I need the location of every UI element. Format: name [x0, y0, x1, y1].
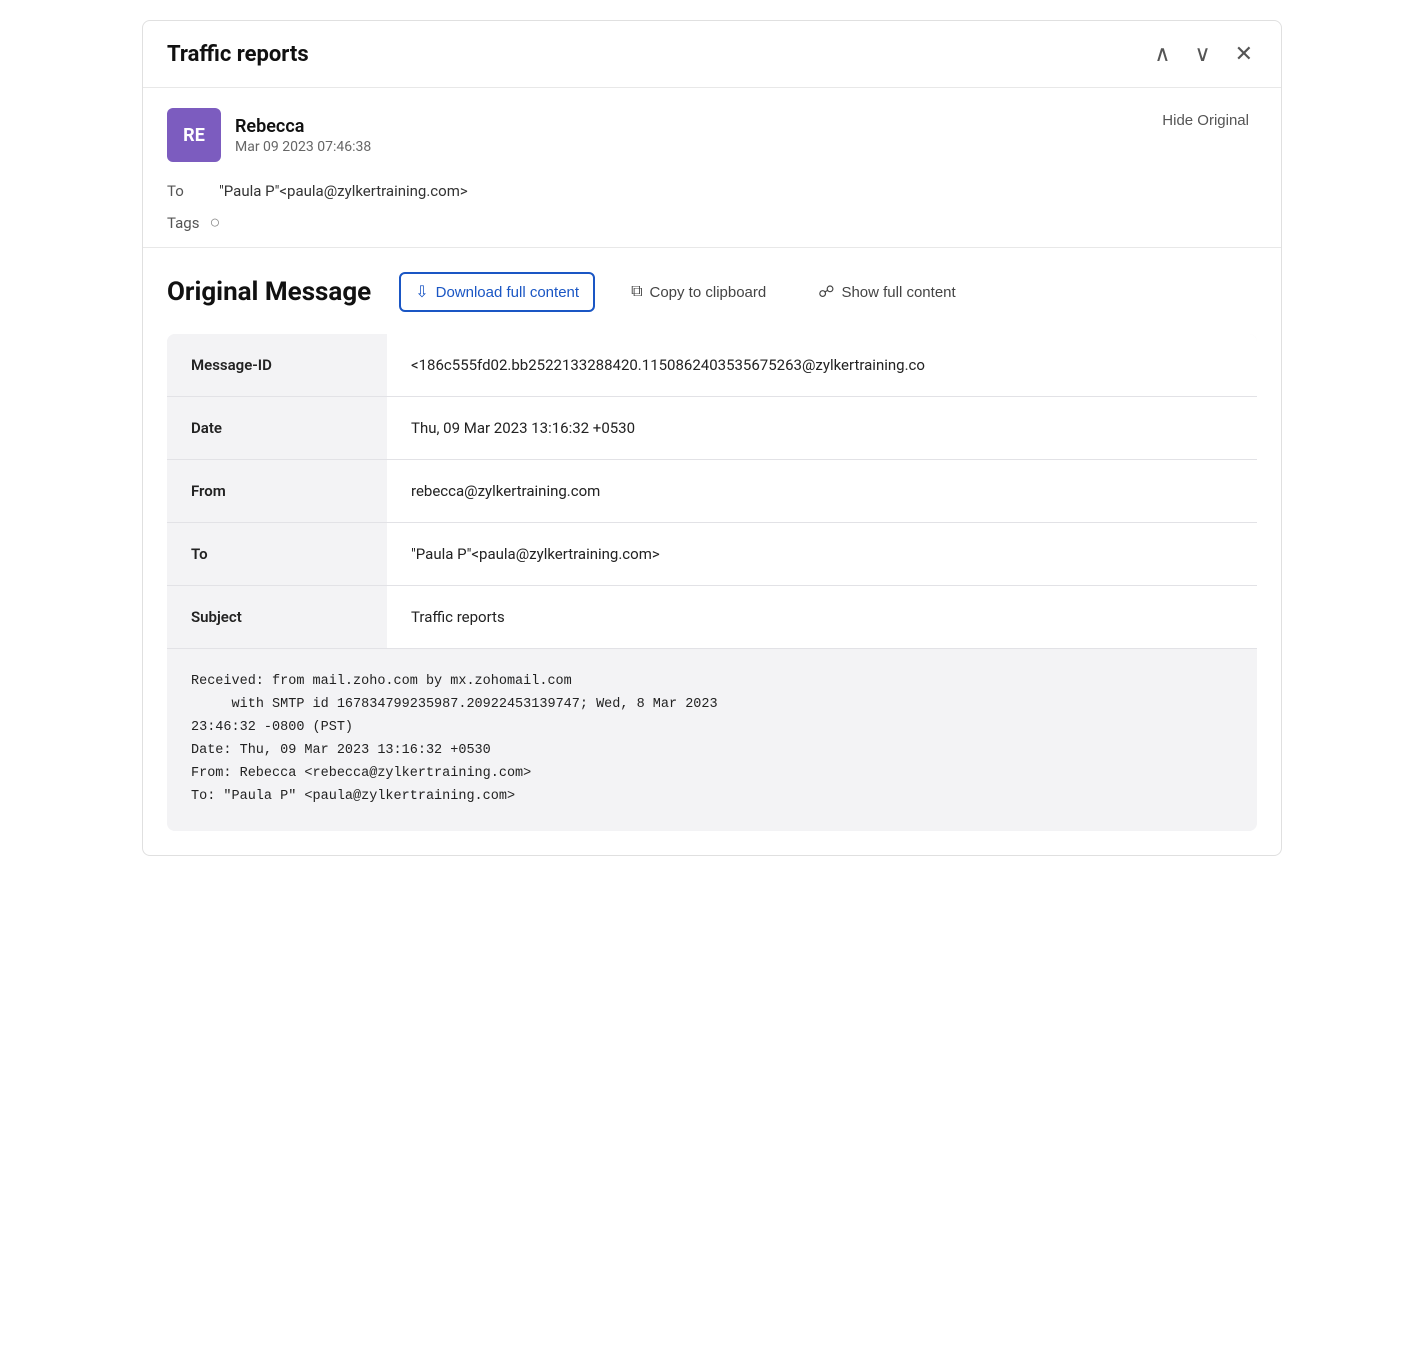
field-label: Subject [167, 586, 387, 648]
field-value: <186c555fd02.bb25221332884​20.1150862403… [387, 334, 1257, 396]
sender-name: Rebecca [235, 116, 371, 137]
window-title: Traffic reports [167, 42, 309, 67]
field-value: Thu, 09 Mar 2023 13:16:32 +0530 [387, 397, 1257, 459]
email-window: Traffic reports ∧ ∨ ✕ RE Rebecca Mar 09 … [142, 20, 1282, 856]
field-value: rebecca@zylkertraining.com [387, 460, 1257, 522]
sender-date: Mar 09 2023 07:46:38 [235, 139, 371, 155]
show-btn-label: Show full content [841, 284, 955, 301]
show-full-content-button[interactable]: ☍ Show full content [802, 272, 971, 312]
divider [143, 247, 1281, 248]
show-content-icon: ☍ [818, 282, 834, 302]
tag-icon: ○ [209, 212, 220, 233]
navigate-down-button[interactable]: ∨ [1190, 39, 1214, 69]
original-message-section: Original Message ⇩ Download full content… [143, 272, 1281, 855]
message-card: Message-ID<186c555fd02.bb25221332884​20.… [167, 334, 1257, 831]
received-block: Received: from mail.zoho.com by mx.zohom… [167, 648, 1257, 831]
original-message-header: Original Message ⇩ Download full content… [167, 272, 1257, 312]
field-label: Message-ID [167, 334, 387, 396]
copy-to-clipboard-button[interactable]: ⧉ Copy to clipboard [615, 273, 782, 311]
avatar: RE [167, 108, 221, 162]
hide-original-button[interactable]: Hide Original [1154, 108, 1257, 133]
title-bar: Traffic reports ∧ ∨ ✕ [143, 21, 1281, 88]
message-field-row: SubjectTraffic reports [167, 586, 1257, 648]
download-icon: ⇩ [415, 282, 428, 302]
tags-row: Tags ○ [167, 206, 1257, 247]
message-fields: Message-ID<186c555fd02.bb25221332884​20.… [167, 334, 1257, 648]
sender-row: RE Rebecca Mar 09 2023 07:46:38 Hide Ori… [167, 108, 1257, 162]
field-label: Date [167, 397, 387, 459]
message-field-row: DateThu, 09 Mar 2023 13:16:32 +0530 [167, 397, 1257, 460]
field-value: "Paula P"<paula@zylkertraining.com> [387, 523, 1257, 585]
message-field-row: Fromrebecca@zylkertraining.com [167, 460, 1257, 523]
to-row: To "Paula P"<paula@zylkertraining.com> [167, 176, 1257, 206]
message-field-row: To"Paula P"<paula@zylkertraining.com> [167, 523, 1257, 586]
close-button[interactable]: ✕ [1231, 39, 1257, 69]
to-label: To [167, 182, 207, 200]
message-field-row: Message-ID<186c555fd02.bb25221332884​20.… [167, 334, 1257, 397]
to-value: "Paula P"<paula@zylkertraining.com> [219, 182, 468, 200]
field-label: From [167, 460, 387, 522]
sender-details: Rebecca Mar 09 2023 07:46:38 [235, 116, 371, 155]
sender-info: RE Rebecca Mar 09 2023 07:46:38 [167, 108, 371, 162]
title-bar-controls: ∧ ∨ ✕ [1150, 39, 1257, 69]
field-value: Traffic reports [387, 586, 1257, 648]
copy-btn-label: Copy to clipboard [650, 284, 767, 301]
download-btn-label: Download full content [436, 284, 579, 301]
email-header: RE Rebecca Mar 09 2023 07:46:38 Hide Ori… [143, 88, 1281, 247]
original-message-title: Original Message [167, 277, 371, 307]
clipboard-icon: ⧉ [631, 283, 642, 301]
tags-label: Tags [167, 214, 199, 232]
navigate-up-button[interactable]: ∧ [1150, 39, 1174, 69]
field-label: To [167, 523, 387, 585]
download-full-content-button[interactable]: ⇩ Download full content [399, 272, 595, 312]
